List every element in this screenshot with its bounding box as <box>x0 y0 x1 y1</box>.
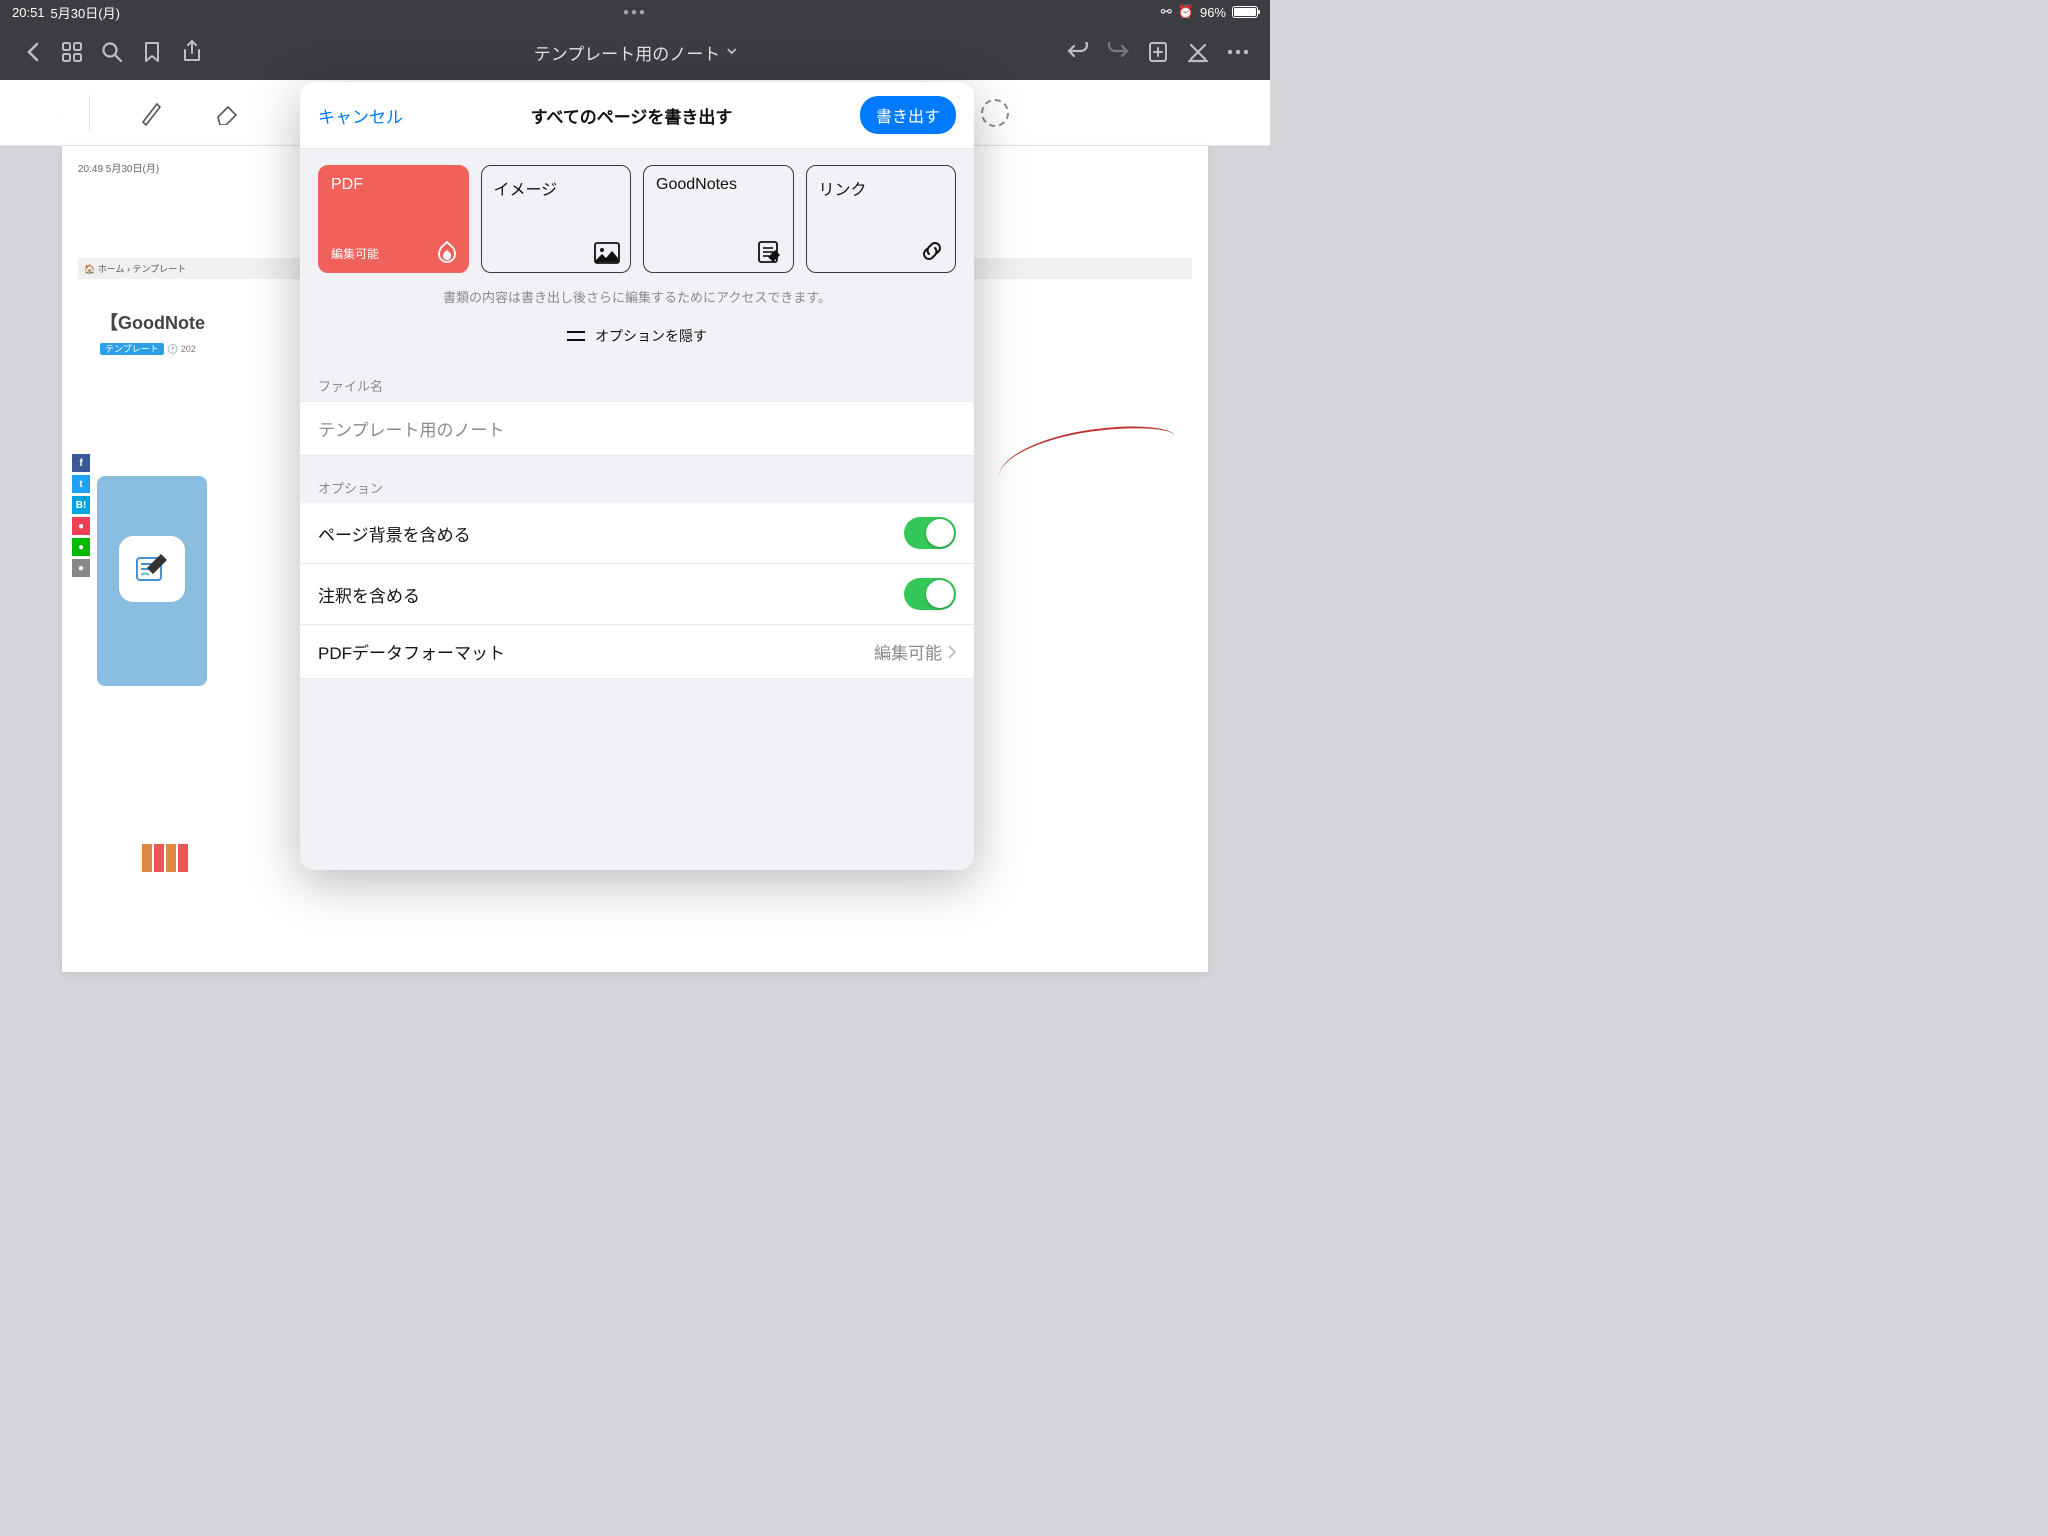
facebook-icon: f <box>72 454 90 472</box>
article-date: 🕐 202 <box>167 344 196 354</box>
chevron-right-icon <box>948 645 956 659</box>
option-include-annotations[interactable]: 注釈を含める <box>300 564 974 625</box>
app-toolbar: テンプレート用のノート <box>0 24 1270 80</box>
undo-button[interactable] <box>1058 32 1098 72</box>
hatena-icon: B! <box>72 496 90 514</box>
format-selector: PDF 編集可能 イメージ GoodNotes リンク <box>300 149 974 283</box>
status-battery: 96% <box>1200 5 1226 20</box>
chevron-down-icon <box>726 48 736 56</box>
filename-label: ファイル名 <box>300 368 974 401</box>
toggle-on[interactable] <box>904 517 956 549</box>
share-button[interactable] <box>172 32 212 72</box>
goodnotes-icon <box>757 240 783 264</box>
cancel-button[interactable]: キャンセル <box>318 103 403 128</box>
option-include-background[interactable]: ページ背景を含める <box>300 503 974 564</box>
format-pdf[interactable]: PDF 編集可能 <box>318 165 469 273</box>
alarm-icon: ⏰ <box>1178 4 1194 20</box>
status-date: 5月30日(月) <box>51 3 120 22</box>
multitask-indicator[interactable]: ●●● <box>623 7 647 18</box>
image-icon <box>594 242 620 264</box>
add-page-button[interactable] <box>1138 32 1178 72</box>
twitter-icon: t <box>72 475 90 493</box>
line-icon: ● <box>72 538 90 556</box>
document-title[interactable]: テンプレート用のノート <box>534 40 737 65</box>
pdf-icon <box>436 240 458 264</box>
format-goodnotes[interactable]: GoodNotes <box>643 165 794 273</box>
more-button[interactable] <box>1218 32 1258 72</box>
back-button[interactable] <box>12 32 52 72</box>
copy-icon: ● <box>72 559 90 577</box>
decoration <box>142 844 192 872</box>
filename-input[interactable]: テンプレート用のノート <box>300 401 974 456</box>
bookmark-button[interactable] <box>132 32 172 72</box>
grid-button[interactable] <box>52 32 92 72</box>
page-view-tool[interactable] <box>60 95 90 131</box>
search-button[interactable] <box>92 32 132 72</box>
close-edit-button[interactable] <box>1178 32 1218 72</box>
sliders-icon <box>567 329 585 343</box>
option-pdf-format[interactable]: PDFデータフォーマット 編集可能 <box>300 625 974 679</box>
export-modal: キャンセル すべてのページを書き出す 書き出す PDF 編集可能 イメージ Go… <box>300 82 974 870</box>
format-link[interactable]: リンク <box>806 165 957 273</box>
pen-tool[interactable] <box>136 98 166 128</box>
format-hint: 書類の内容は書き出し後さらに編集するためにアクセスできます。 <box>300 283 974 316</box>
article-tag: テンプレート <box>100 343 164 355</box>
options-label: オプション <box>300 470 974 503</box>
toggle-on[interactable] <box>904 578 956 610</box>
modal-title: すべてのページを書き出す <box>531 103 733 128</box>
format-image[interactable]: イメージ <box>481 165 632 273</box>
status-time: 20:51 <box>12 5 45 20</box>
redo-button[interactable] <box>1098 32 1138 72</box>
battery-icon <box>1232 6 1258 18</box>
social-share-column: f t B! ● ● ● <box>72 454 90 580</box>
link-icon <box>919 238 945 264</box>
pocket-icon: ● <box>72 517 90 535</box>
lasso-tool[interactable] <box>980 98 1010 128</box>
link-icon: ⚯ <box>1161 4 1172 20</box>
eraser-tool[interactable] <box>212 98 242 128</box>
hide-options-button[interactable]: オプションを隠す <box>300 316 974 368</box>
article-thumbnail <box>97 476 207 686</box>
status-bar: 20:51 5月30日(月) ●●● ⚯ ⏰ 96% <box>0 0 1270 24</box>
export-button[interactable]: 書き出す <box>860 96 956 134</box>
